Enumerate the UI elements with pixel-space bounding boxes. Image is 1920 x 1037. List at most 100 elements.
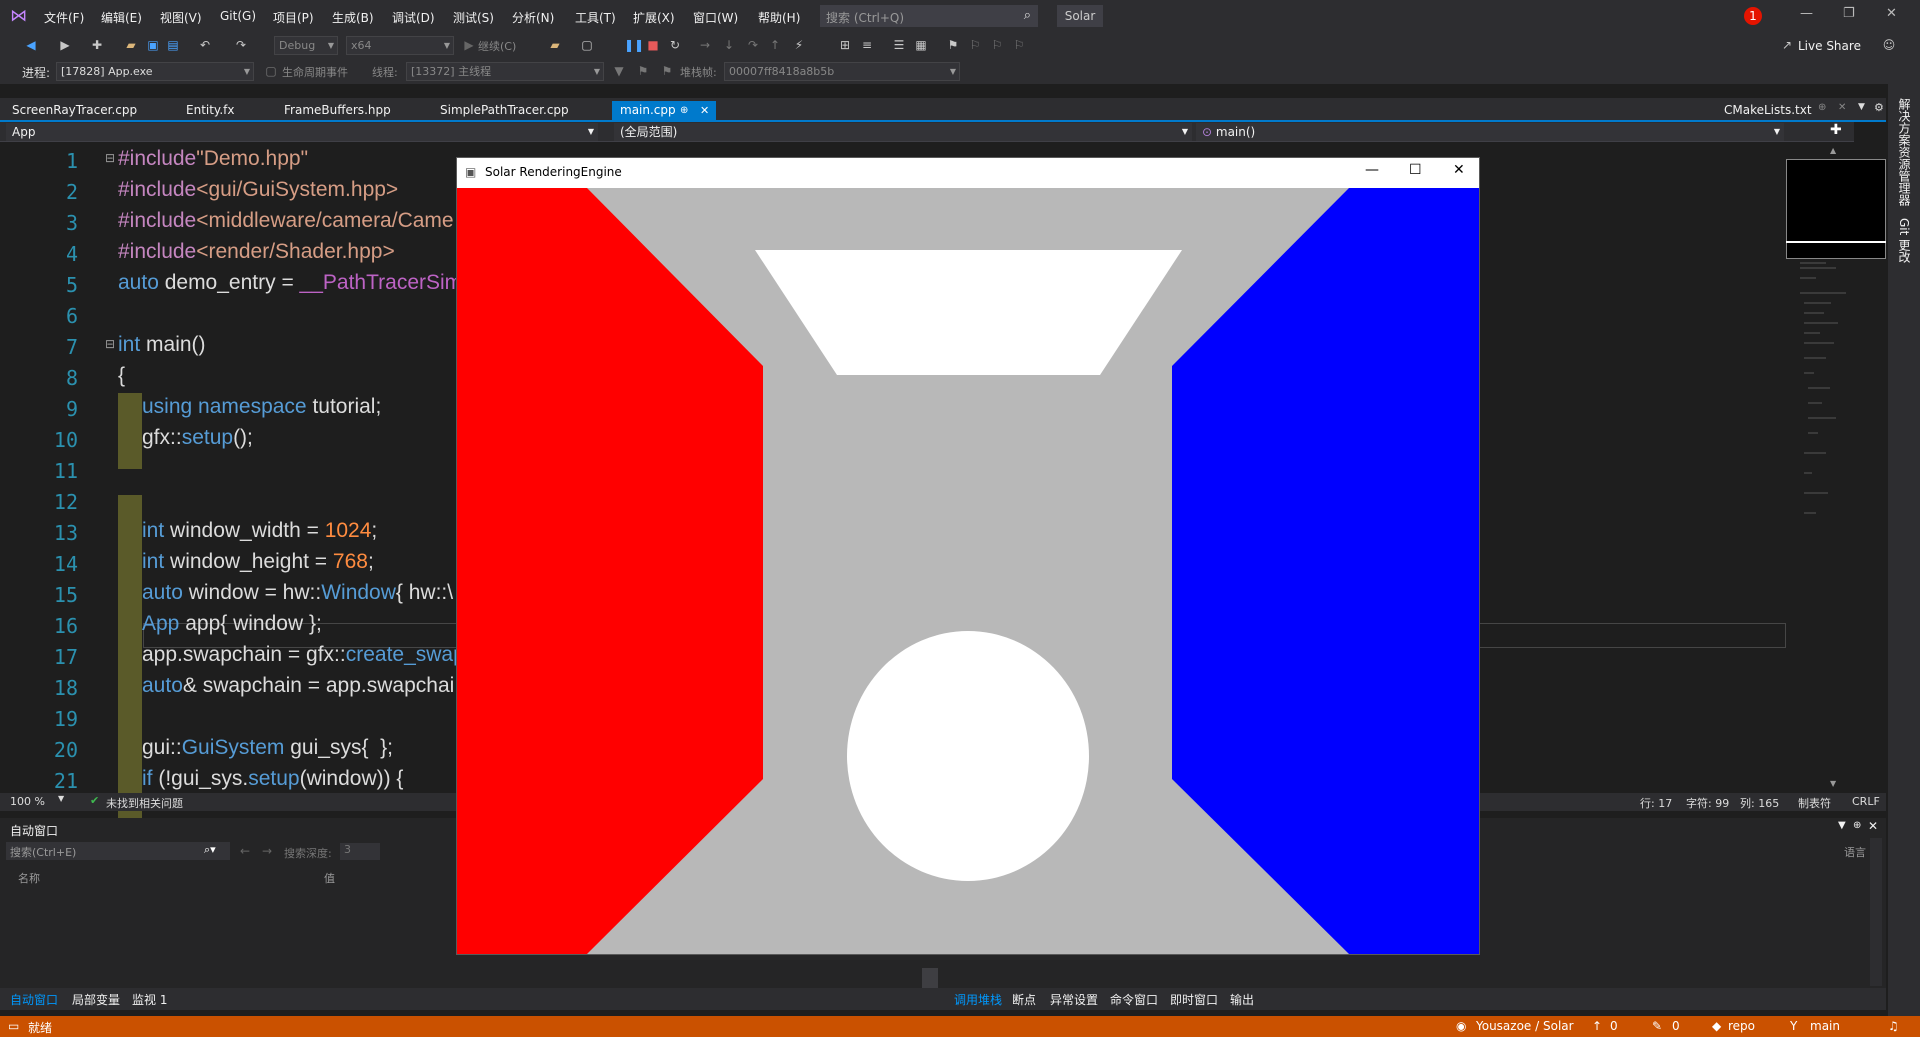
notifications-bell-icon[interactable]: ♫	[1888, 1019, 1899, 1033]
tab-immediate-window[interactable]: 即时窗口	[1170, 991, 1218, 1008]
step-out-icon[interactable]: ↑	[768, 38, 782, 52]
bookmark-icon[interactable]: ⚑	[946, 38, 960, 52]
pause-icon[interactable]: ❚❚	[624, 38, 644, 52]
project-select[interactable]: App ▼	[6, 123, 598, 141]
edit-count[interactable]: 0	[1672, 1019, 1680, 1033]
issues-status[interactable]: 未找到相关问题	[106, 795, 183, 811]
app-minimize-icon[interactable]: —	[1365, 162, 1379, 178]
close-icon[interactable]: ✕	[1886, 6, 1897, 21]
zoom-dropdown-icon[interactable]: ▼	[58, 794, 64, 803]
thread-select[interactable]: [13372] 主线程 ▼	[406, 62, 604, 81]
menu-test[interactable]: 测试(S)	[453, 9, 494, 26]
menu-git[interactable]: Git(G)	[220, 9, 256, 23]
menu-debug[interactable]: 调试(D)	[392, 9, 435, 26]
restart-icon[interactable]: ↻	[668, 38, 682, 52]
diagnostic-icon[interactable]: ⊞	[838, 38, 852, 52]
scope-select[interactable]: (全局范围) ▼	[614, 123, 1192, 141]
tab-pin-icon[interactable]: ⊕	[1818, 102, 1826, 113]
live-share-icon[interactable]: ↗	[1780, 38, 1794, 52]
panel-pin-icon[interactable]: ⊕	[1853, 820, 1861, 831]
indent-mode[interactable]: 制表符	[1798, 795, 1831, 811]
tab-autos[interactable]: 自动窗口	[10, 991, 58, 1008]
indent-icon[interactable]: ☰	[892, 38, 906, 52]
render-app-window[interactable]: ▣ Solar RenderingEngine — ☐ ✕	[456, 157, 1480, 955]
tab-main-cpp[interactable]: main.cpp ⊕ ✕	[612, 101, 716, 120]
restore-icon[interactable]: ❐	[1843, 6, 1855, 21]
flag-threads-icon[interactable]: ⚑	[660, 64, 674, 78]
push-count[interactable]: 0	[1610, 1019, 1618, 1033]
collapse-icon[interactable]: ⊟	[105, 151, 115, 165]
branch-name[interactable]: main	[1810, 1019, 1840, 1033]
member-select[interactable]: ⊙ main() ▼	[1196, 123, 1784, 141]
feedback-icon[interactable]: ☺	[1882, 38, 1896, 52]
tab-exception-settings[interactable]: 异常设置	[1050, 991, 1098, 1008]
zoom-level[interactable]: 100 %	[10, 795, 45, 808]
forward-icon[interactable]: ▶	[58, 38, 72, 52]
menu-file[interactable]: 文件(F)	[44, 9, 84, 26]
autos-search-input[interactable]: 搜索(Ctrl+E) ⌕▾	[6, 842, 230, 860]
lifecycle-events-button[interactable]: 生命周期事件	[282, 64, 348, 80]
tab-screenraytracer[interactable]: ScreenRayTracer.cpp	[4, 101, 145, 120]
step-over-icon[interactable]: ↷	[746, 38, 760, 52]
code-minimap[interactable]: ▲ ▼	[1786, 143, 1888, 793]
platform-select[interactable]: x64 ▼	[346, 36, 454, 55]
tab-git-changes[interactable]: Git 更改	[1896, 218, 1913, 263]
tab-command-window[interactable]: 命令窗口	[1110, 991, 1158, 1008]
folder-icon[interactable]: ▰	[548, 38, 562, 52]
app-close-icon[interactable]: ✕	[1453, 162, 1465, 178]
minimize-icon[interactable]: —	[1800, 6, 1813, 21]
menu-project[interactable]: 项目(P)	[273, 9, 314, 26]
bookmark-next-icon[interactable]: ⚐	[990, 38, 1004, 52]
redo-icon[interactable]: ↷	[234, 38, 248, 52]
bookmark-prev-icon[interactable]: ⚐	[968, 38, 982, 52]
continue-play-icon[interactable]: ▶	[462, 38, 476, 52]
back-icon[interactable]: ◀	[24, 38, 38, 52]
scrollbar-thumb[interactable]	[922, 968, 938, 988]
tab-locals[interactable]: 局部变量	[72, 991, 120, 1008]
app-maximize-icon[interactable]: ☐	[1409, 162, 1422, 178]
menu-view[interactable]: 视图(V)	[160, 9, 202, 26]
render-canvas[interactable]	[457, 188, 1479, 954]
scroll-up-icon[interactable]: ▲	[1830, 146, 1836, 155]
scroll-down-icon[interactable]: ▼	[1830, 779, 1836, 788]
filter-icon[interactable]: ▼	[612, 64, 626, 78]
continue-button[interactable]: 继续(C)	[478, 38, 516, 54]
stop-icon[interactable]: ■	[646, 38, 660, 52]
save-all-icon[interactable]: ▤	[166, 38, 180, 52]
pin-icon[interactable]: ⊕	[680, 101, 688, 120]
lifecycle-icon[interactable]: ▢	[264, 64, 278, 78]
repo-name[interactable]: repo	[1728, 1019, 1755, 1033]
stackframe-select[interactable]: 00007ff8418a8b5b ▼	[724, 62, 960, 81]
menu-build[interactable]: 生成(B)	[332, 9, 374, 26]
menu-extensions[interactable]: 扩展(X)	[633, 9, 675, 26]
tab-entity-fx[interactable]: Entity.fx	[178, 101, 242, 120]
tab-cmakelists[interactable]: CMakeLists.txt	[1716, 101, 1820, 120]
save-icon[interactable]: ▣	[146, 38, 160, 52]
configuration-select[interactable]: Debug ▼	[274, 36, 338, 55]
scrollbar[interactable]	[1870, 838, 1882, 986]
menu-analyze[interactable]: 分析(N)	[512, 9, 554, 26]
search-forward-icon[interactable]: →	[262, 844, 272, 858]
open-folder-icon[interactable]: ▰	[124, 38, 138, 52]
settings-gear-icon[interactable]: ⚙	[1874, 101, 1884, 114]
process-select[interactable]: [17828] App.exe ▼	[56, 62, 254, 81]
tab-call-stack[interactable]: 调用堆栈	[954, 991, 1002, 1008]
live-share-button[interactable]: Live Share	[1798, 39, 1861, 53]
menu-window[interactable]: 窗口(W)	[693, 9, 738, 26]
depth-select[interactable]: 3	[340, 843, 380, 860]
tab-watch1[interactable]: 监视 1	[132, 991, 167, 1008]
format-icon[interactable]: ▦	[914, 38, 928, 52]
new-project-icon[interactable]: ✚	[90, 38, 104, 52]
search-input[interactable]: 搜索 (Ctrl+Q) ⌕	[820, 5, 1038, 27]
comment-icon[interactable]: ≡	[860, 38, 874, 52]
panel-close-icon[interactable]: ✕	[1868, 819, 1878, 833]
flag-icon[interactable]: ⚑	[636, 64, 650, 78]
step-into-icon[interactable]: ↓	[722, 38, 736, 52]
tab-framebuffers[interactable]: FrameBuffers.hpp	[276, 101, 399, 120]
repo-path[interactable]: Yousazoe / Solar	[1476, 1019, 1574, 1033]
split-icon[interactable]: ✚	[1830, 122, 1842, 138]
app-title-bar[interactable]: ▣ Solar RenderingEngine — ☐ ✕	[457, 158, 1479, 188]
panel-menu-icon[interactable]: ▼	[1838, 820, 1846, 831]
hot-reload-icon[interactable]: ⚡	[792, 38, 806, 52]
undo-icon[interactable]: ↶	[198, 38, 212, 52]
